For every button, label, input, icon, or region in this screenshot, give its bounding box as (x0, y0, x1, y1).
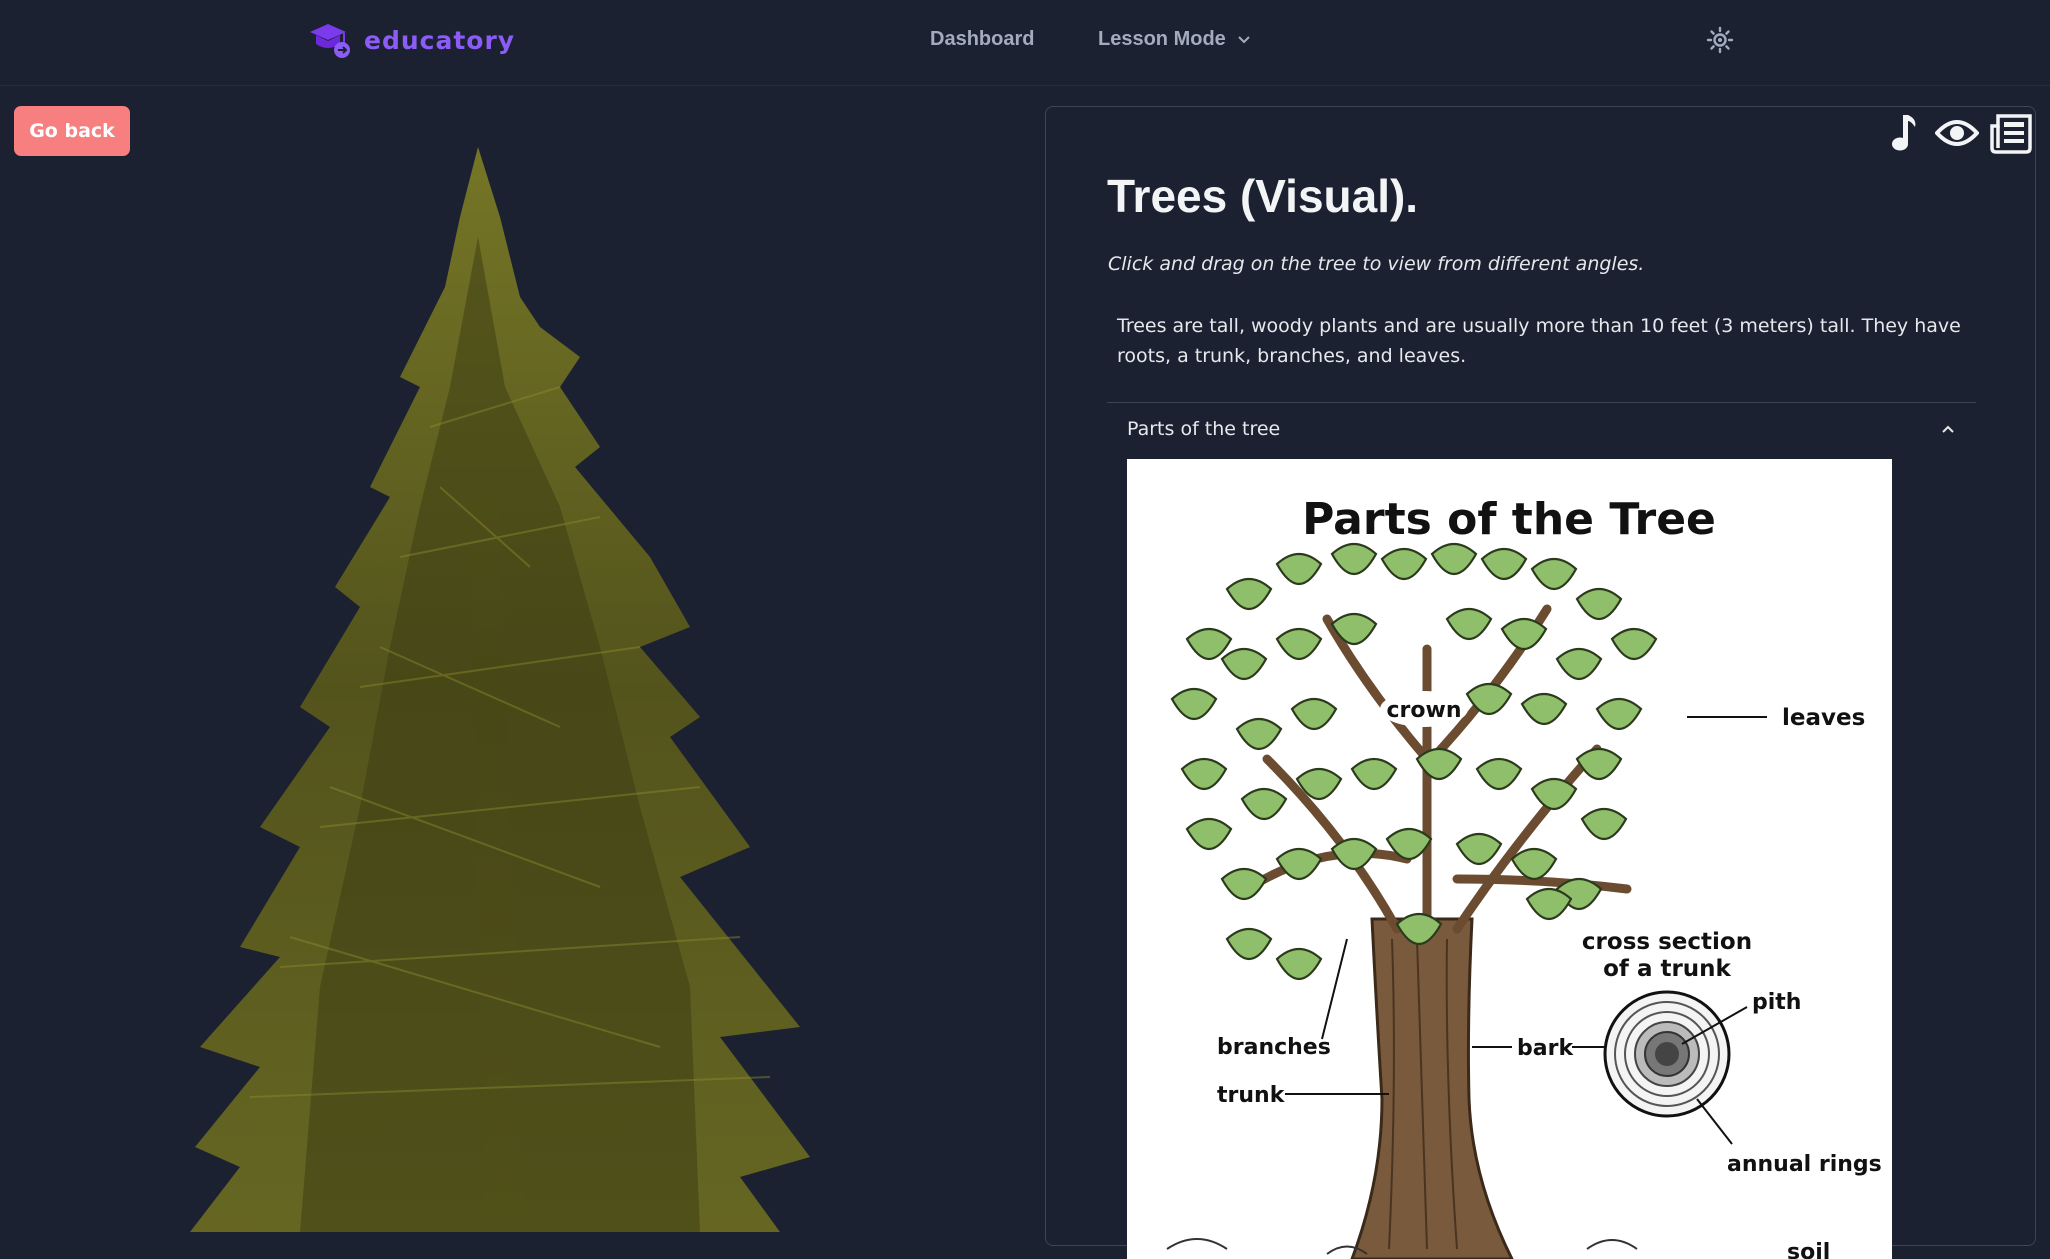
sun-icon[interactable] (1706, 26, 1734, 54)
panel-toolbar (1881, 111, 2033, 155)
nav-lesson-mode-dropdown[interactable]: Lesson Mode (1098, 24, 1252, 54)
nav-dashboard-link[interactable]: Dashboard (930, 24, 1034, 54)
label-cross-section-2: of a trunk (1603, 956, 1731, 982)
brand[interactable]: educatory (308, 20, 515, 60)
diagram-heading: Parts of the Tree (1302, 494, 1716, 545)
interaction-hint: Click and drag on the tree to view from … (1108, 253, 1645, 275)
trunk-cross-section (1603, 990, 1731, 1118)
eye-icon[interactable] (1935, 111, 1979, 155)
accordion-header[interactable]: Parts of the tree (1107, 403, 1976, 455)
label-leaves: leaves (1782, 705, 1865, 731)
chevron-down-icon (1238, 36, 1250, 44)
label-branches: branches (1217, 1035, 1331, 1060)
go-back-button[interactable]: Go back (14, 106, 130, 156)
label-bark: bark (1517, 1036, 1574, 1061)
label-soil: soil (1787, 1240, 1830, 1259)
parts-of-tree-diagram: Parts of the Tree crown leaves cross sec… (1127, 459, 1892, 1259)
parts-of-tree-accordion: Parts of the tree Parts of the Tree crow… (1107, 402, 1976, 1259)
top-navbar: educatory Dashboard Lesson Mode (0, 0, 2050, 86)
accordion-title: Parts of the tree (1127, 418, 1281, 440)
pine-tree-model[interactable] (0, 87, 1040, 1232)
nav-lesson-mode-label: Lesson Mode (1098, 27, 1226, 50)
newspaper-icon[interactable] (1989, 111, 2033, 155)
graduation-cap-icon (310, 24, 350, 58)
page-title: Trees (Visual). (1107, 170, 1419, 222)
brand-name: educatory (364, 25, 516, 55)
lesson-info-panel: Trees (Visual). Click and drag on the tr… (1045, 106, 2036, 1259)
music-note-icon[interactable] (1881, 111, 1925, 155)
tree-3d-viewer[interactable] (0, 87, 1040, 1232)
label-crown: crown (1387, 698, 1462, 723)
label-annual-rings: annual rings (1727, 1152, 1882, 1177)
label-cross-section-1: cross section (1582, 929, 1752, 955)
label-pith: pith (1752, 990, 1801, 1015)
chevron-up-icon[interactable] (1940, 421, 1956, 437)
label-trunk: trunk (1217, 1083, 1286, 1108)
leaves-cluster (1170, 542, 1658, 980)
lesson-description: Trees are tall, woody plants and are usu… (1117, 315, 1961, 367)
